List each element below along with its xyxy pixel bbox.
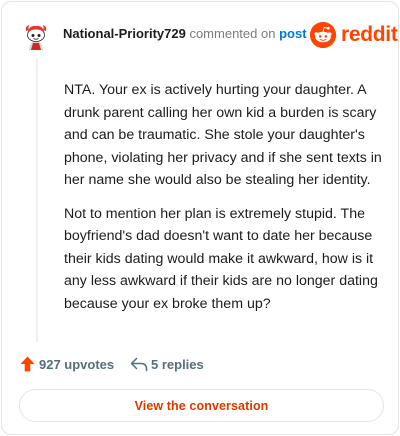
upvote-count: 927 upvotes [39, 357, 115, 372]
comment-body: NTA. Your ex is actively hurting your da… [64, 79, 386, 315]
comment-paragraph: NTA. Your ex is actively hurting your da… [64, 82, 382, 188]
reply-icon[interactable] [130, 357, 148, 372]
reply-count[interactable]: 5 replies [151, 357, 204, 373]
comment-actions: 927 upvotes 5 replies [20, 354, 384, 376]
reddit-wordmark: reddit [341, 23, 398, 46]
comment-header: National-Priority729 commented on post r [2, 2, 398, 64]
comment-meta: National-Priority729 commented on post [63, 26, 307, 42]
author-username[interactable]: National-Priority729 [63, 26, 186, 41]
view-conversation-button[interactable]: View the conversation [19, 389, 384, 422]
comment-paragraph: Not to mention her plan is extremely stu… [64, 205, 378, 312]
action-text: commented on [189, 26, 276, 41]
comment-card: National-Priority729 commented on post r [1, 1, 399, 435]
thread-line[interactable] [36, 58, 38, 342]
upvote-icon[interactable] [20, 356, 35, 372]
post-link[interactable]: post [279, 26, 306, 41]
reddit-logo-icon [310, 22, 336, 48]
reddit-logo[interactable]: reddit [310, 22, 398, 48]
view-conversation-label: View the conversation [134, 398, 269, 413]
snoo-avatar-icon[interactable] [20, 20, 52, 52]
